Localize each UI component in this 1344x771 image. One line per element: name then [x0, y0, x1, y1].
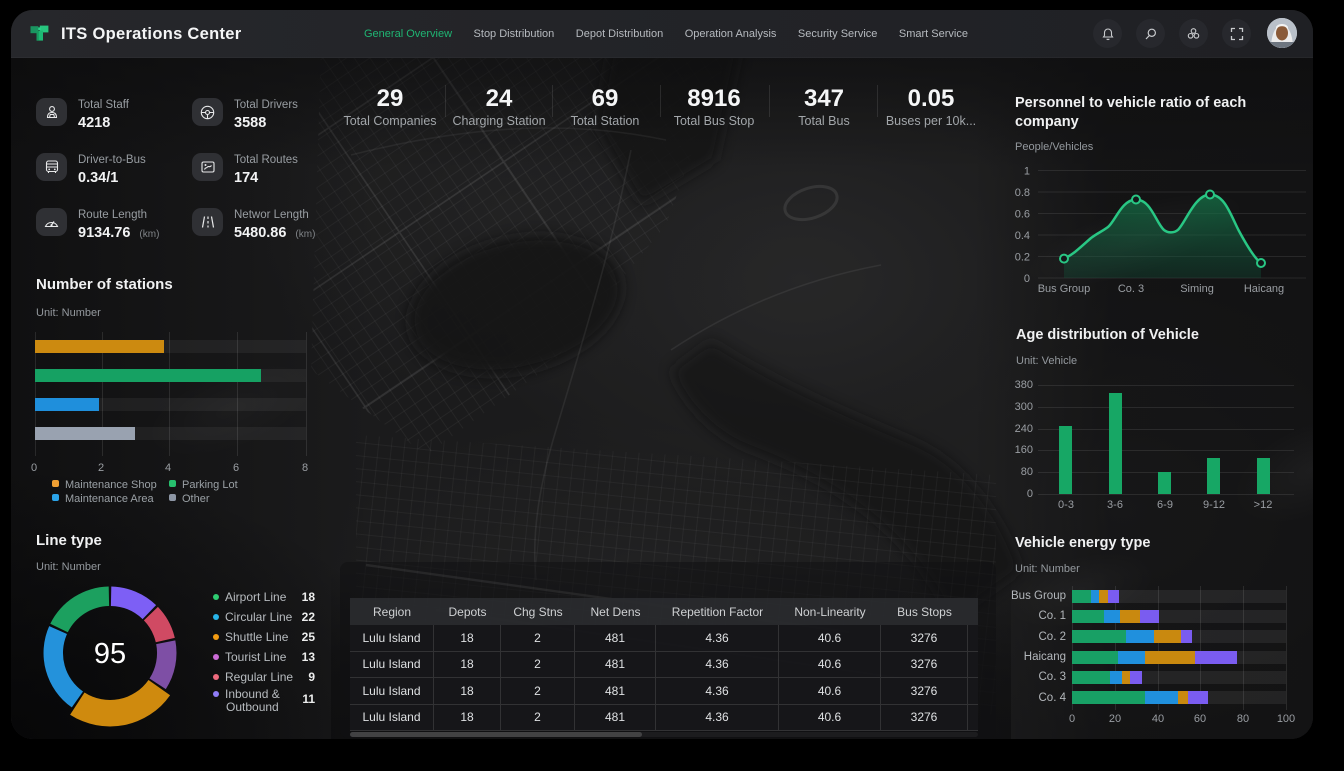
svg-text:0.2: 0.2	[1015, 252, 1030, 264]
svg-text:0: 0	[1024, 273, 1030, 285]
svg-text:0.6: 0.6	[1015, 209, 1030, 221]
svg-text:1: 1	[1024, 166, 1030, 178]
svg-text:0.4: 0.4	[1015, 230, 1030, 242]
svg-text:Siming: Siming	[1180, 283, 1214, 295]
svg-text:Co. 3: Co. 3	[1118, 283, 1144, 295]
svg-text:Bus Group: Bus Group	[1038, 283, 1091, 295]
svg-text:0.8: 0.8	[1015, 187, 1030, 199]
svg-text:95: 95	[94, 638, 126, 670]
svg-text:Haicang: Haicang	[1244, 283, 1284, 295]
